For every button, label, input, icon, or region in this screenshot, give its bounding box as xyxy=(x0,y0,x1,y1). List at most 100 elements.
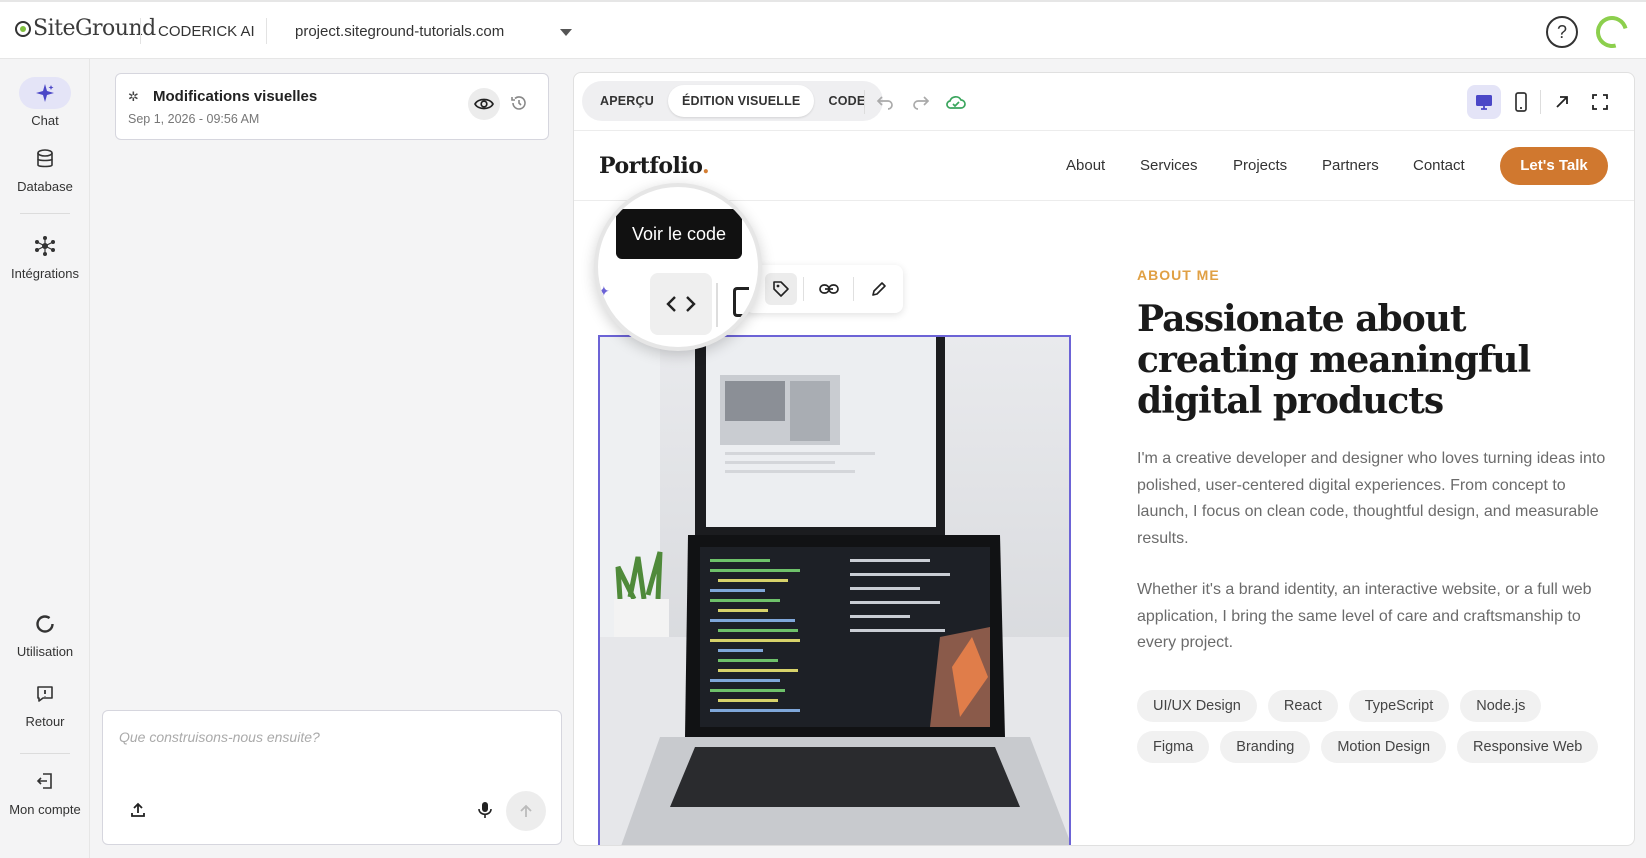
sidebar-item-label: Database xyxy=(17,179,73,194)
product-name: CODERICK AI xyxy=(158,23,255,40)
divider xyxy=(140,18,141,44)
mobile-icon xyxy=(1515,92,1527,112)
site-header: Portfolio. About Services Projects Partn… xyxy=(574,131,1634,201)
site-preview-panel: APERÇU ÉDITION VISUELLE CODE Portfolio. … xyxy=(573,72,1635,846)
skill-tag: Motion Design xyxy=(1321,731,1447,763)
arrow-up-icon xyxy=(520,804,532,817)
usage-icon xyxy=(19,608,71,640)
skill-tag: UI/UX Design xyxy=(1137,690,1257,722)
siteground-logo-mark-icon xyxy=(15,20,31,37)
send-button[interactable] xyxy=(506,791,546,831)
undo-icon xyxy=(876,96,893,110)
redo-icon xyxy=(913,96,930,110)
divider xyxy=(20,213,70,214)
hero-paragraph-2: Whether it's a brand identity, an intera… xyxy=(1137,581,1592,651)
microphone-icon xyxy=(478,802,492,818)
sidebar-item-feedback[interactable]: Retour xyxy=(0,678,90,729)
desktop-view-button[interactable] xyxy=(1472,90,1496,114)
site-nav-partners[interactable]: Partners xyxy=(1322,157,1379,174)
view-code-tooltip: Voir le code xyxy=(616,209,742,259)
skill-tag: TypeScript xyxy=(1348,690,1450,722)
upload-button[interactable] xyxy=(129,801,147,824)
divider xyxy=(716,283,718,327)
redo-button[interactable] xyxy=(909,90,933,114)
project-domain-select[interactable]: project.siteground-tutorials.com xyxy=(295,23,504,40)
feedback-icon xyxy=(19,678,71,710)
eye-icon xyxy=(474,98,494,110)
tab-visual-edit[interactable]: ÉDITION VISUELLE xyxy=(667,85,815,117)
selected-hero-image[interactable] xyxy=(598,335,1071,845)
site-nav-projects[interactable]: Projects xyxy=(1233,157,1287,174)
divider xyxy=(853,277,854,301)
divider xyxy=(266,18,267,44)
preview-eye-button[interactable] xyxy=(468,88,500,120)
top-bar: SiteGround CODERICK AI project.sitegroun… xyxy=(0,0,1646,59)
fullscreen-icon xyxy=(1592,94,1608,110)
divider xyxy=(864,90,865,114)
history-icon xyxy=(511,96,526,110)
account-icon xyxy=(19,765,71,797)
preview-toolbar: APERÇU ÉDITION VISUELLE CODE xyxy=(574,73,1634,131)
skill-tag: Node.js xyxy=(1460,690,1542,722)
divider xyxy=(1540,90,1541,114)
link-button[interactable] xyxy=(813,273,845,305)
tag-button[interactable] xyxy=(765,273,797,305)
site-logo-text: Portfolio xyxy=(599,153,703,179)
sidebar-item-database[interactable]: Database xyxy=(0,143,90,194)
skill-tag: Figma xyxy=(1137,731,1210,763)
restore-history-button[interactable] xyxy=(510,94,528,117)
fullscreen-button[interactable] xyxy=(1588,90,1612,114)
sparkle-icon xyxy=(19,77,71,109)
sidebar-item-label: Intégrations xyxy=(11,266,79,281)
site-logo[interactable]: Portfolio. xyxy=(599,153,710,179)
sidebar-item-account[interactable]: Mon compte xyxy=(0,765,90,819)
sidebar-item-label: Retour xyxy=(25,714,65,729)
arrow-up-right-icon xyxy=(1556,96,1568,108)
tag-icon xyxy=(773,281,789,297)
mode-switcher: APERÇU ÉDITION VISUELLE CODE xyxy=(582,81,884,121)
card-timestamp: Sep 1, 2026 - 09:56 AM xyxy=(128,112,260,126)
divider xyxy=(20,753,70,754)
element-edit-toolbar xyxy=(745,265,903,313)
integrations-icon xyxy=(19,230,71,262)
edit-button[interactable] xyxy=(863,273,895,305)
open-external-button[interactable] xyxy=(1550,90,1574,114)
section-eyebrow: ABOUT ME xyxy=(1137,267,1220,283)
code-brackets-icon xyxy=(666,296,696,312)
tab-preview[interactable]: APERÇU xyxy=(586,85,668,117)
siteground-logo[interactable]: SiteGround xyxy=(15,16,156,41)
cloud-check-icon xyxy=(946,96,966,109)
zoom-magnifier: Voir le code ✦ xyxy=(594,183,762,351)
lets-talk-button[interactable]: Let's Talk xyxy=(1500,147,1608,185)
sparkle-icon: ✦ xyxy=(598,283,610,299)
site-logo-dot: . xyxy=(702,153,710,179)
site-nav-contact[interactable]: Contact xyxy=(1413,157,1465,174)
sparkle-cursor-icon: ✲ xyxy=(128,89,139,104)
skill-tag: Branding xyxy=(1220,731,1311,763)
tab-code[interactable]: CODE xyxy=(814,85,879,117)
sidebar-item-label: Chat xyxy=(31,113,59,128)
desktop-icon xyxy=(1476,95,1492,110)
site-nav-services[interactable]: Services xyxy=(1140,157,1198,174)
laptop-photo-image xyxy=(600,337,1069,845)
sidebar-item-usage[interactable]: Utilisation xyxy=(0,608,90,659)
sidebar-item-integrations[interactable]: Intégrations xyxy=(0,230,90,281)
left-sidebar: Chat Database Intégrations Utilisation R… xyxy=(0,59,90,858)
skill-tag: React xyxy=(1267,690,1338,722)
microphone-button[interactable] xyxy=(477,800,493,825)
visual-edit-card[interactable]: ✲ Modifications visuelles Sep 1, 2026 - … xyxy=(115,73,549,140)
site-nav-about[interactable]: About xyxy=(1066,157,1105,174)
cloud-saved-button[interactable] xyxy=(944,90,968,114)
logo-text: SiteGround xyxy=(33,16,156,41)
partial-icon xyxy=(733,287,749,317)
undo-button[interactable] xyxy=(873,90,897,114)
pencil-icon xyxy=(872,282,886,296)
sidebar-item-chat[interactable]: Chat xyxy=(0,77,90,128)
upload-icon xyxy=(131,802,145,817)
view-code-button[interactable] xyxy=(650,273,712,335)
mobile-view-button[interactable] xyxy=(1509,90,1533,114)
help-button[interactable]: ? xyxy=(1546,16,1578,48)
chevron-down-icon[interactable] xyxy=(560,29,572,36)
prompt-input[interactable] xyxy=(119,729,539,745)
status-spinner-icon xyxy=(1590,10,1634,54)
